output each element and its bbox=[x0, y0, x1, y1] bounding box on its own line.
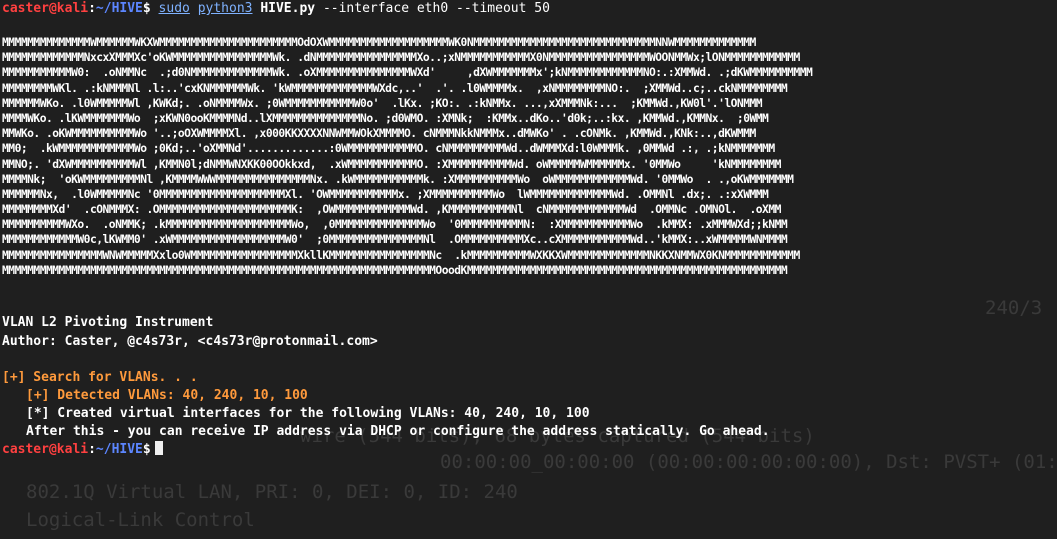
ascii-art-line: MMWKo. .oKWMMMMMMMMMMWo '..;oOXWMMMMXl. … bbox=[2, 127, 756, 141]
ghost-text-4: Logical-Link Control bbox=[26, 509, 255, 531]
prompt-user-host: caster@kali bbox=[2, 442, 89, 457]
prompt-dollar: $ bbox=[142, 1, 151, 16]
prompt-separator: : bbox=[88, 442, 96, 457]
prompt-dollar: $ bbox=[142, 442, 151, 457]
prompt-line[interactable]: caster@kali:~/HIVE$ bbox=[2, 441, 1055, 458]
ascii-art-line: MMMMMMMMWKl. .:kNMMMNl .l:..'cxKNMMMMMMW… bbox=[2, 81, 788, 95]
ascii-art-line: MMMMMMMMMMMMW0c,lKWMM0' .xWMMMMMMMMMMMMM… bbox=[2, 233, 788, 247]
command-interpreter: python3 bbox=[197, 1, 253, 16]
ascii-art-line: MMNO;. 'dXWMMMMMMMMMMWl ,KMMN0l;dNMMWNXK… bbox=[2, 157, 781, 171]
prompt-path: ~/HIVE bbox=[95, 442, 143, 457]
output-search: [+] Search for VLANs. . . bbox=[2, 370, 198, 385]
ascii-art-line: MMMMWKo. .lKWMMMMMMMWo ;xKWN0ooKMMMMNd..… bbox=[2, 111, 769, 125]
command-sudo: sudo bbox=[158, 1, 190, 16]
output-after: After this - you can receive IP address … bbox=[26, 424, 770, 439]
output-created: [*] Created virtual interfaces for the f… bbox=[26, 406, 590, 421]
ascii-art-line: MMMMMMMMMMMMMMWMMMMMMWKXWMMMMMMMMMMMMMMM… bbox=[2, 36, 756, 49]
ascii-art-line: MMMMMMNx, .l0WMMMMMNc '0MMMMMMMMMMMMMMMM… bbox=[2, 187, 769, 201]
ascii-art-line: MMMMMMMMMMMW0: .oNMMNc .;d0NMMMMMMMMMMMM… bbox=[2, 66, 813, 80]
banner-author: Author: Caster, @c4s73r, <c4s73r@protonm… bbox=[2, 334, 378, 349]
prompt-path: ~/HIVE bbox=[95, 1, 143, 16]
ascii-art-line: MMMMMMMMMMWXo. .oNMMK; .kMMMMMMMMMMMMMMM… bbox=[2, 218, 788, 232]
banner-title: VLAN L2 Pivoting Instrument bbox=[2, 315, 214, 330]
command-line: caster@kali:~/HIVE$ sudo python3 HIVE.py… bbox=[2, 0, 1055, 17]
prompt-user-host: caster@kali bbox=[2, 1, 89, 16]
command-script: HIVE.py bbox=[260, 1, 316, 16]
ghost-text-3: 802.1Q Virtual LAN, PRI: 0, DEI: 0, ID: … bbox=[26, 481, 518, 503]
ascii-art-line: MMMMMMWKo. .l0WMMMMMWl ,KWKd;. .oNMMMMWx… bbox=[2, 96, 763, 110]
ascii-art-logo: MMMMMMMMMMMMMMWMMMMMMWKXWMMMMMMMMMMMMMMM… bbox=[2, 35, 1055, 278]
text-cursor bbox=[154, 441, 163, 455]
command-args: --interface eth0 --timeout 50 bbox=[322, 1, 550, 16]
ascii-art-line: MMMMNk; 'oKWMMMMMMMMMNl ,KMMMMWWWMMMMMMM… bbox=[2, 172, 794, 186]
terminal-window[interactable]: caster@kali:~/HIVE$ sudo python3 HIVE.py… bbox=[2, 0, 1055, 458]
prompt-separator: : bbox=[88, 1, 96, 16]
ascii-art-line: MMMMMMMMMMMMMMMMWNWMMMMMXxlo0WMMMMMMMMMM… bbox=[2, 248, 800, 262]
ascii-art-line: MMMMMMMMMMMMMMMMMMMMMMMMMMMMMMMMMMMMMMMM… bbox=[2, 263, 788, 277]
ascii-art-line: MM0; .kWMMMMMMMMMMMMWo ;0Kd;..'oXMMNd'..… bbox=[2, 142, 775, 156]
ascii-art-line: MMMMMMMMXd' .cONMMMX: .OMMMMMMMMMMMMMMMM… bbox=[2, 203, 781, 217]
ascii-art-line: MMMMMMMMMMMMMNxcxXMMMXc'oKWMMMMMMMMMMMMM… bbox=[2, 51, 800, 65]
output-detected: [+] Detected VLANs: 40, 240, 10, 100 bbox=[26, 388, 308, 403]
